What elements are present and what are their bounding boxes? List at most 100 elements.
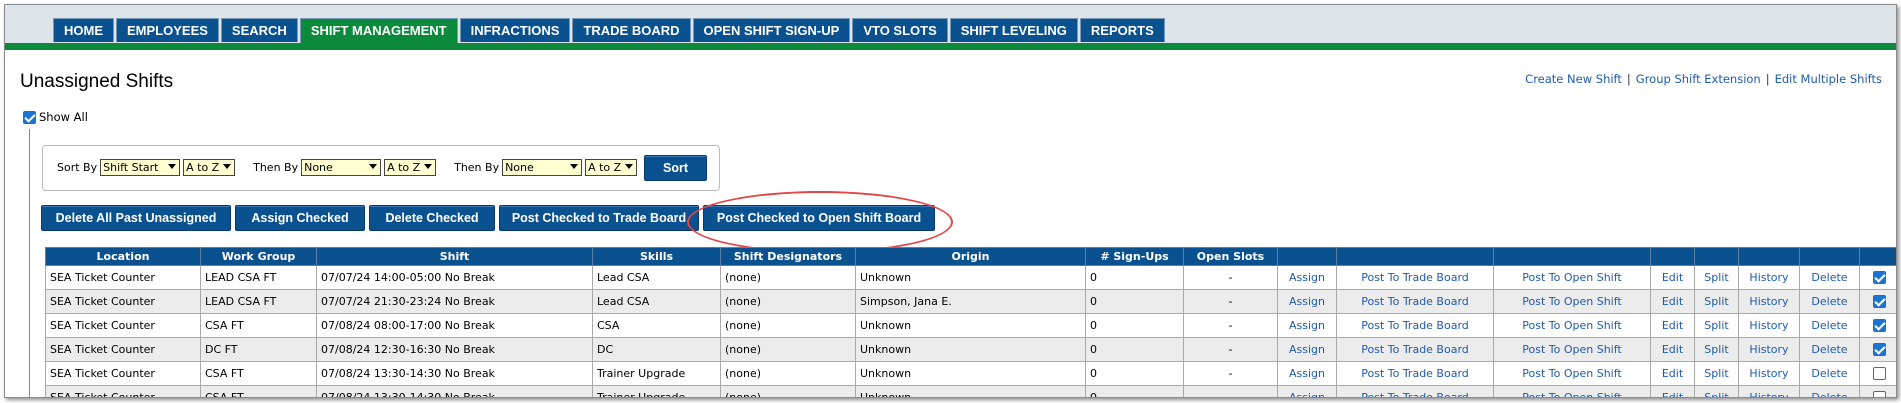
sort-panel: Sort By Shift Start A to Z Then By None … [42, 145, 720, 191]
row-action-delete-link[interactable]: Delete [1799, 265, 1860, 290]
row-action-edit-link[interactable]: Edit [1650, 313, 1695, 338]
assign-checked-button[interactable]: Assign Checked [235, 205, 365, 231]
row-select-cell [1859, 361, 1896, 386]
row-select-checkbox[interactable] [1873, 391, 1886, 397]
row-action-post-to-trade-board-link[interactable]: Post To Trade Board [1336, 337, 1494, 362]
create-new-shift-link[interactable]: Create New Shift [1525, 72, 1622, 86]
column-header: Origin [855, 247, 1086, 266]
row-action-edit-link[interactable]: Edit [1650, 337, 1695, 362]
tab-shift-leveling[interactable]: SHIFT LEVELING [949, 18, 1078, 42]
column-header: Skills [592, 247, 721, 266]
row-action-assign-link[interactable]: Assign [1277, 385, 1337, 397]
row-action-edit-link[interactable]: Edit [1650, 361, 1695, 386]
row-select-checkbox[interactable] [1873, 367, 1886, 380]
row-action-edit-link[interactable]: Edit [1650, 289, 1695, 314]
chevron-down-icon [168, 164, 177, 169]
row-select-checkbox[interactable] [1873, 343, 1886, 356]
then-by-order-select-1[interactable]: A to Z [384, 159, 437, 176]
table-row: SEA Ticket Counter CSA FT 07/08/24 13:30-1… [45, 361, 1896, 386]
row-action-post-to-open-shift-link[interactable]: Post To Open Shift [1493, 313, 1651, 338]
row-action-split-link[interactable]: Split [1694, 289, 1739, 314]
post-checked-to-trade-board-button[interactable]: Post Checked to Trade Board [499, 205, 699, 231]
row-action-history-link[interactable]: History [1738, 337, 1800, 362]
row-action-delete-link[interactable]: Delete [1799, 337, 1860, 362]
row-action-history-link[interactable]: History [1738, 265, 1800, 290]
row-action-post-to-open-shift-link[interactable]: Post To Open Shift [1493, 289, 1651, 314]
cell-shift: 07/07/24 14:00-05:00 No Break [316, 265, 593, 290]
row-action-delete-link[interactable]: Delete [1799, 313, 1860, 338]
column-header [1859, 247, 1896, 266]
chevron-down-icon [424, 164, 433, 169]
row-action-split-link[interactable]: Split [1694, 337, 1739, 362]
row-select-cell [1859, 289, 1896, 314]
edit-multiple-shifts-link[interactable]: Edit Multiple Shifts [1775, 72, 1882, 86]
sort-by-select[interactable]: Shift Start [100, 159, 181, 176]
row-action-post-to-trade-board-link[interactable]: Post To Trade Board [1336, 289, 1494, 314]
cell-open-slots: - [1183, 265, 1278, 290]
row-action-post-to-open-shift-link[interactable]: Post To Open Shift [1493, 385, 1651, 397]
row-action-delete-link[interactable]: Delete [1799, 289, 1860, 314]
row-action-post-to-open-shift-link[interactable]: Post To Open Shift [1493, 265, 1651, 290]
delete-checked-button[interactable]: Delete Checked [369, 205, 495, 231]
row-action-edit-link[interactable]: Edit [1650, 265, 1695, 290]
row-action-assign-link[interactable]: Assign [1277, 289, 1337, 314]
cell-origin: Unknown [855, 313, 1086, 338]
row-action-delete-link[interactable]: Delete [1799, 385, 1860, 397]
row-action-history-link[interactable]: History [1738, 385, 1800, 397]
row-action-post-to-trade-board-link[interactable]: Post To Trade Board [1336, 385, 1494, 397]
sort-by-label: Sort By [57, 161, 98, 174]
row-action-assign-link[interactable]: Assign [1277, 337, 1337, 362]
row-action-post-to-open-shift-link[interactable]: Post To Open Shift [1493, 361, 1651, 386]
group-shift-extension-link[interactable]: Group Shift Extension [1636, 72, 1761, 86]
row-action-assign-link[interactable]: Assign [1277, 313, 1337, 338]
row-action-split-link[interactable]: Split [1694, 361, 1739, 386]
cell-work-group: CSA FT [200, 313, 317, 338]
cell-skills: Lead CSA [592, 289, 721, 314]
tab-search[interactable]: SEARCH [220, 18, 298, 42]
cell-shift: 07/08/24 12:30-16:30 No Break [316, 337, 593, 362]
tab-home[interactable]: HOME [53, 18, 114, 42]
then-by-order-select-2[interactable]: A to Z [585, 159, 638, 176]
row-action-post-to-open-shift-link[interactable]: Post To Open Shift [1493, 337, 1651, 362]
row-action-delete-link[interactable]: Delete [1799, 361, 1860, 386]
row-select-checkbox[interactable] [1873, 319, 1886, 332]
row-action-history-link[interactable]: History [1738, 289, 1800, 314]
row-action-split-link[interactable]: Split [1694, 265, 1739, 290]
column-header: Shift Designators [720, 247, 856, 266]
then-by-value-2: None [505, 161, 534, 174]
table-header-row: Location Work Group Shift Skills Shift Desig… [45, 247, 1896, 266]
row-action-split-link[interactable]: Split [1694, 385, 1739, 397]
row-action-split-link[interactable]: Split [1694, 313, 1739, 338]
tab-infractions[interactable]: INFRACTIONS [459, 18, 571, 42]
delete-all-past-unassigned-button[interactable]: Delete All Past Unassigned [41, 205, 231, 231]
then-by-select-1[interactable]: None [301, 159, 382, 176]
then-by-select-2[interactable]: None [502, 159, 583, 176]
show-all-checkbox[interactable] [23, 110, 36, 124]
cell-open-slots: - [1183, 385, 1278, 397]
row-action-assign-link[interactable]: Assign [1277, 265, 1337, 290]
row-action-history-link[interactable]: History [1738, 313, 1800, 338]
column-header [1277, 247, 1337, 266]
cell-location: SEA Ticket Counter [45, 385, 201, 397]
tab-trade-board[interactable]: TRADE BOARD [572, 18, 691, 42]
tab-shift-management[interactable]: SHIFT MANAGEMENT [299, 18, 458, 43]
sort-by-order-select[interactable]: A to Z [183, 159, 236, 176]
row-action-post-to-trade-board-link[interactable]: Post To Trade Board [1336, 361, 1494, 386]
tab-open-shift-sign-up[interactable]: OPEN SHIFT SIGN-UP [692, 18, 851, 42]
row-action-post-to-trade-board-link[interactable]: Post To Trade Board [1336, 313, 1494, 338]
row-action-edit-link[interactable]: Edit [1650, 385, 1695, 397]
row-action-history-link[interactable]: History [1738, 361, 1800, 386]
tab-vto-slots[interactable]: VTO SLOTS [852, 18, 948, 42]
row-action-post-to-trade-board-link[interactable]: Post To Trade Board [1336, 265, 1494, 290]
row-action-assign-link[interactable]: Assign [1277, 361, 1337, 386]
show-all-toggle[interactable]: Show All [23, 110, 88, 124]
cell-origin: Unknown [855, 385, 1086, 397]
row-select-checkbox[interactable] [1873, 295, 1886, 308]
cell-skills: DC [592, 337, 721, 362]
column-header [1694, 247, 1739, 266]
link-separator: | [1626, 72, 1631, 86]
sort-button[interactable]: Sort [644, 155, 707, 181]
tab-reports[interactable]: REPORTS [1079, 18, 1165, 42]
row-select-checkbox[interactable] [1873, 271, 1886, 284]
tab-employees[interactable]: EMPLOYEES [116, 18, 219, 42]
